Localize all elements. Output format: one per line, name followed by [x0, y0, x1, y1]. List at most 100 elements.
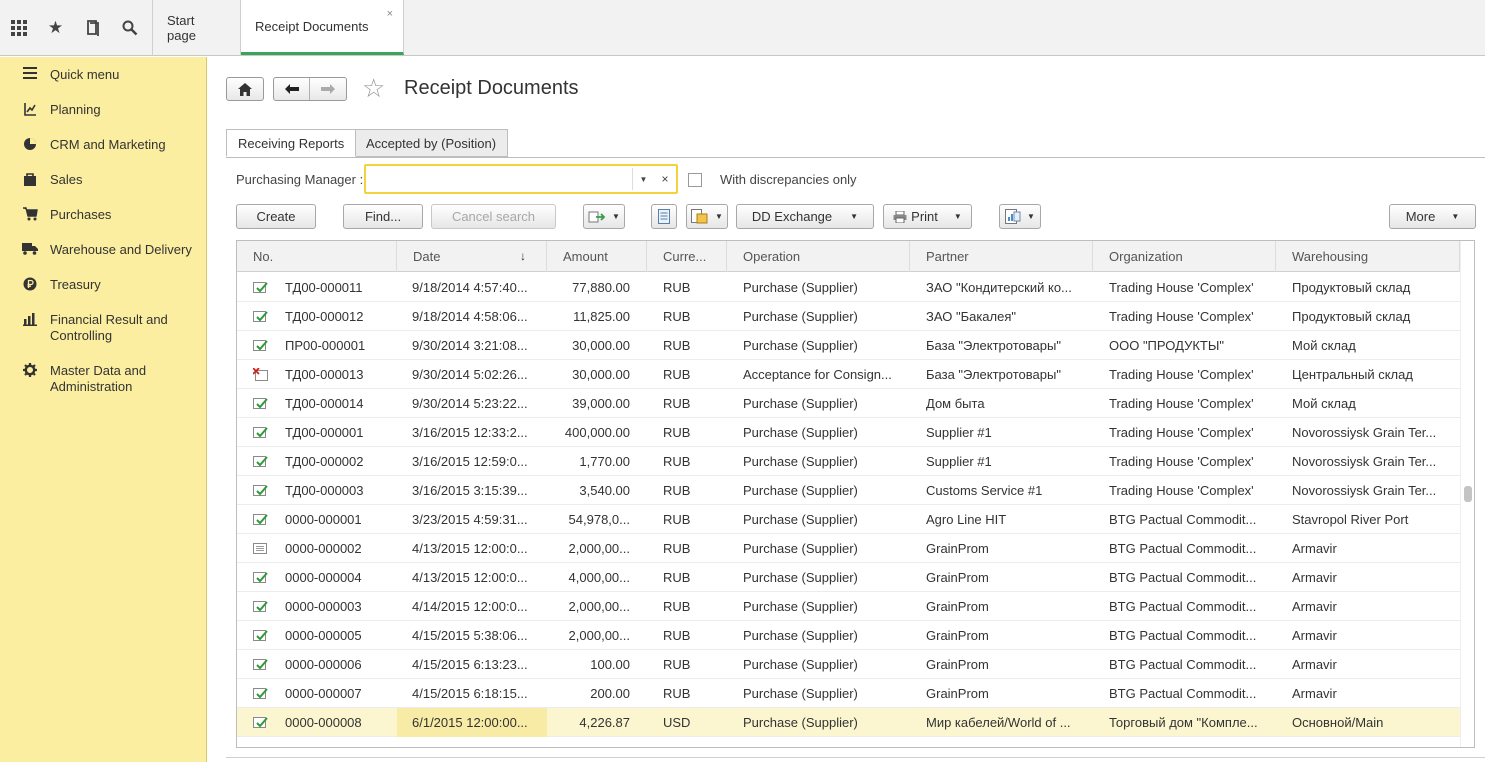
table-row[interactable]: ТД00-000011 9/18/2014 4:57:40... 77,880.00… [237, 273, 1460, 302]
cell-no: ТД00-000003 [285, 483, 364, 498]
home-button[interactable] [226, 77, 264, 101]
cell-currency: RUB [663, 309, 691, 324]
discrepancies-checkbox[interactable] [688, 173, 702, 187]
column-header-date[interactable]: Date ↓ [397, 241, 547, 272]
list-settings-button[interactable] [651, 204, 677, 229]
sidebar-item-warehouse[interactable]: Warehouse and Delivery [0, 242, 207, 258]
column-label: Partner [926, 249, 969, 264]
chevron-down-icon: ▼ [850, 212, 859, 221]
clear-icon[interactable]: × [654, 168, 676, 190]
table-row[interactable]: ПР00-000001 9/30/2014 3:21:08... 30,000.00… [237, 331, 1460, 360]
sidebar-item-label: Sales [50, 172, 83, 187]
table-row[interactable]: 0000-000004 4/13/2015 12:00:0... 4,000,00.… [237, 563, 1460, 592]
search-icon[interactable] [111, 0, 148, 56]
column-header-no[interactable]: No. [237, 241, 397, 272]
sidebar-item-crm[interactable]: CRM and Marketing [0, 137, 207, 154]
sidebar-item-treasury[interactable]: Treasury [0, 277, 207, 294]
table-row[interactable]: 0000-000005 4/15/2015 5:38:06... 2,000,00.… [237, 621, 1460, 650]
sidebar-item-purchases[interactable]: Purchases [0, 207, 207, 224]
table-row[interactable]: ТД00-000014 9/30/2014 5:23:22... 39,000.00… [237, 389, 1460, 418]
table-row[interactable]: 0000-000003 4/14/2015 12:00:0... 2,000,00.… [237, 592, 1460, 621]
table-row[interactable]: 0000-000002 4/13/2015 12:00:0... 2,000,00.… [237, 534, 1460, 563]
purchasing-manager-input[interactable] [370, 169, 630, 189]
print-button[interactable]: Print ▼ [883, 204, 972, 229]
close-icon[interactable]: × [387, 8, 393, 20]
sidebar-item-quick-menu[interactable]: Quick menu [0, 67, 207, 83]
column-header-operation[interactable]: Operation [727, 241, 910, 272]
vertical-scrollbar[interactable] [1460, 241, 1474, 747]
table-row[interactable]: 0000-000008 6/1/2015 12:00:00... 4,226.87 U… [237, 708, 1460, 737]
sidebar-item-sales[interactable]: Sales [0, 172, 207, 189]
cell-no: ТД00-000013 [285, 367, 364, 382]
related-documents-button[interactable]: ▼ [686, 204, 728, 229]
cell-amount: 77,880.00 [572, 280, 630, 295]
cell-operation: Purchase (Supplier) [743, 715, 858, 730]
cell-date: 4/13/2015 12:00:0... [412, 570, 528, 585]
history-icon[interactable] [74, 0, 111, 56]
more-button[interactable]: More ▼ [1389, 204, 1476, 229]
find-button[interactable]: Find... [343, 204, 423, 229]
tab-label: Start page [167, 13, 196, 43]
column-header-organization[interactable]: Organization [1093, 241, 1276, 272]
table-row[interactable]: ТД00-000003 3/16/2015 3:15:39... 3,540.00 R… [237, 476, 1460, 505]
cell-currency: RUB [663, 280, 691, 295]
table-row[interactable]: ТД00-000013 9/30/2014 5:02:26... 30,000.00… [237, 360, 1460, 389]
cell-date: 9/30/2014 5:02:26... [412, 367, 528, 382]
tab-accepted-by-position[interactable]: Accepted by (Position) [354, 129, 509, 157]
cell-amount: 4,000,00... [568, 570, 630, 585]
pie-chart-icon [20, 137, 40, 154]
cart-icon [20, 207, 40, 224]
create-button[interactable]: Create [236, 204, 316, 229]
star-icon[interactable]: ★ [37, 0, 74, 56]
menu-lines-icon [20, 67, 40, 82]
gear-icon [20, 363, 40, 380]
cell-no: ТД00-000012 [285, 309, 364, 324]
sidebar-item-master-data[interactable]: Master Data and Administration [0, 363, 207, 395]
chevron-down-icon: ▼ [953, 212, 962, 221]
chevron-down-icon: ▼ [715, 212, 723, 221]
cell-partner: Customs Service #1 [926, 483, 1043, 498]
cell-operation: Purchase (Supplier) [743, 483, 858, 498]
table-row[interactable]: 0000-000006 4/15/2015 6:13:23... 100.00 RUB… [237, 650, 1460, 679]
column-header-amount[interactable]: Amount [547, 241, 647, 272]
table-row[interactable]: 0000-000007 4/15/2015 6:18:15... 200.00 RUB… [237, 679, 1460, 708]
cell-no: 0000-000003 [285, 599, 362, 614]
scrollbar-thumb[interactable] [1464, 486, 1472, 502]
posted-document-icon [253, 716, 268, 729]
tab-receipt-documents[interactable]: Receipt Documents × [241, 0, 404, 55]
sidebar-item-financial-result[interactable]: Financial Result and Controlling [0, 312, 207, 344]
tab-start-page[interactable]: Start page [153, 0, 241, 56]
tab-receiving-reports[interactable]: Receiving Reports [226, 129, 357, 157]
posted-document-icon [253, 629, 268, 642]
cell-organization: BTG Pactual Commodit... [1109, 686, 1257, 701]
sidebar-item-label: Financial Result and Controlling [50, 312, 168, 343]
main-panel: ☆ Receipt Documents Receiving Reports Ac… [208, 57, 1485, 762]
back-button[interactable] [274, 78, 311, 100]
column-header-warehousing[interactable]: Warehousing [1276, 241, 1460, 272]
create-based-on-button[interactable]: ▼ [583, 204, 625, 229]
forward-button[interactable] [310, 78, 346, 100]
cell-partner: Agro Line HIT [926, 512, 1007, 527]
table-row[interactable]: ТД00-000002 3/16/2015 12:59:0... 1,770.00 R… [237, 447, 1460, 476]
posted-document-icon [253, 513, 268, 526]
table-row[interactable]: 0000-000001 3/23/2015 4:59:31... 54,978,0.… [237, 505, 1460, 534]
cell-no: ТД00-000014 [285, 396, 364, 411]
cell-warehousing: Armavir [1292, 628, 1337, 643]
dropdown-icon[interactable]: ▼ [632, 168, 654, 190]
shopping-bag-icon [20, 172, 40, 189]
cell-operation: Purchase (Supplier) [743, 280, 858, 295]
cell-amount: 4,226.87 [579, 715, 630, 730]
sidebar-item-planning[interactable]: Planning [0, 102, 207, 119]
column-header-partner[interactable]: Partner [910, 241, 1093, 272]
posted-document-icon [253, 426, 268, 439]
dd-exchange-button[interactable]: DD Exchange ▼ [736, 204, 874, 229]
table-row[interactable]: ТД00-000001 3/16/2015 12:33:2... 400,000.0… [237, 418, 1460, 447]
favorite-star-icon[interactable]: ☆ [362, 73, 385, 104]
apps-grid-icon[interactable] [0, 0, 37, 56]
create-based-on-icon [588, 211, 606, 222]
cancel-search-button[interactable]: Cancel search [431, 204, 556, 229]
reports-button[interactable]: ▼ [999, 204, 1041, 229]
table-row[interactable]: ТД00-000012 9/18/2014 4:58:06... 11,825.00… [237, 302, 1460, 331]
cell-warehousing: Armavir [1292, 686, 1337, 701]
column-header-currency[interactable]: Curre... [647, 241, 727, 272]
